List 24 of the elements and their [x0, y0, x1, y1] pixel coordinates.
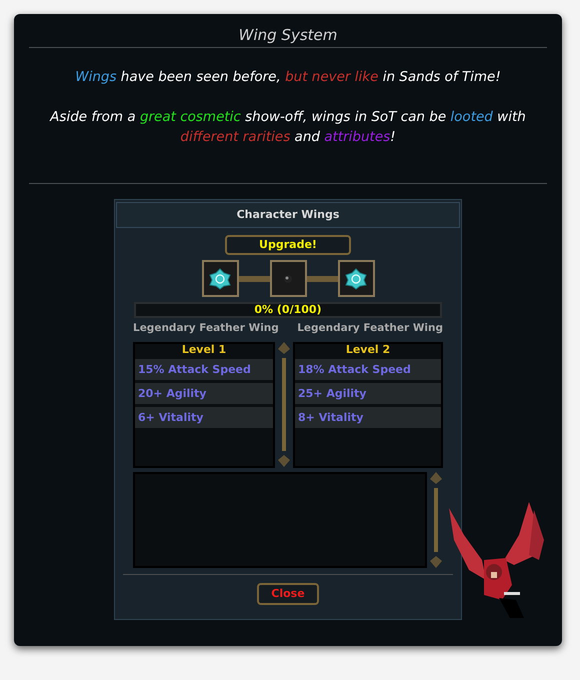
item-slot[interactable]	[202, 260, 238, 297]
intro-paragraph: Wings have been seen before, but never like in Sands of Time!	[75, 68, 501, 87]
slot-connector	[238, 276, 270, 282]
close-button[interactable]: Close	[257, 582, 319, 605]
level-label: Level 2	[344, 344, 392, 356]
panel-title: Character Wings	[236, 206, 340, 223]
attribute-row: 8+ Vitality	[295, 406, 441, 428]
level-label: Level 1	[180, 344, 228, 356]
attribute-row: 25+ Agility	[295, 382, 441, 404]
wing-name: Legendary Feather Wing	[297, 321, 443, 336]
window-title: Wing System	[238, 25, 338, 45]
attribute-row: 15% Attack Speed	[135, 358, 273, 380]
slot-connector	[306, 276, 338, 282]
orb-icon	[284, 274, 292, 282]
gem-icon	[345, 268, 367, 290]
attribute-row: 20+ Agility	[135, 382, 273, 404]
intro-paragraph: Aside from a great cosmetic show-off, wings in SoT can be looted with different rarities and attributes!	[48, 108, 527, 147]
wing-name: Legendary Feather Wing	[133, 321, 279, 336]
progress-reading: 0% (0/100)	[254, 302, 322, 318]
item-slot[interactable]	[338, 260, 374, 297]
upgrade-button[interactable]: Upgrade!	[225, 235, 351, 255]
attribute-row: 6+ Vitality	[135, 406, 273, 428]
attribute-row: 18% Attack Speed	[295, 358, 441, 380]
gem-icon	[209, 268, 231, 290]
